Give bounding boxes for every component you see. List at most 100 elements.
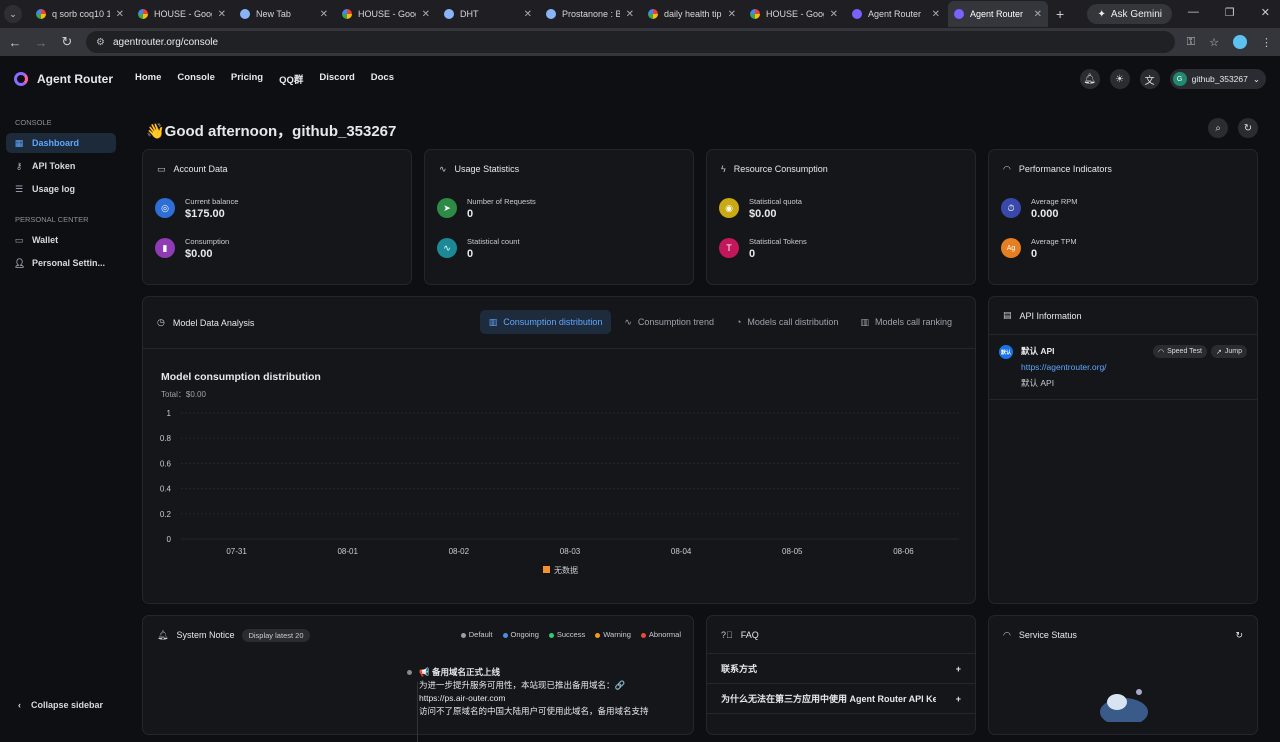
close-tab-icon[interactable]: ✕	[932, 9, 940, 20]
tab-models-call-distribution[interactable]: ◔ Models call distribution	[727, 310, 847, 334]
browser-menu-icon[interactable]: ⋮	[1261, 36, 1272, 49]
jump-button[interactable]: ↗ Jump	[1211, 345, 1247, 358]
sidebar-item-personal-settings[interactable]: 👤︎ Personal Settin...	[6, 253, 116, 273]
close-tab-icon[interactable]: ✕	[524, 9, 532, 20]
close-tab-icon[interactable]: ✕	[728, 9, 736, 20]
api-entry: 默认 默认 API https://agentrouter.org/ 默认 AP…	[989, 335, 1257, 400]
y-tick-label: 0.6	[160, 459, 172, 468]
close-tab-icon[interactable]: ✕	[422, 9, 430, 20]
x-tick-label: 07-31	[226, 547, 247, 556]
profile-avatar[interactable]	[1233, 35, 1247, 49]
ask-gemini-button[interactable]: ✦ Ask Gemini	[1087, 4, 1172, 24]
tab-consumption-trend[interactable]: ∿ Consumption trend	[615, 310, 723, 334]
collapse-sidebar-label: Collapse sidebar	[31, 700, 104, 710]
close-tab-icon[interactable]: ✕	[1034, 9, 1042, 20]
notice-link[interactable]: https://ps.air-outer.com	[419, 692, 649, 705]
stat-label: Consumption	[185, 236, 230, 246]
browser-tab[interactable]: DHT ✕	[438, 1, 538, 27]
tab-title: Prostanone : Bi	[562, 9, 620, 19]
brand-name[interactable]: Agent Router	[37, 72, 113, 86]
close-tab-icon[interactable]: ✕	[830, 9, 838, 20]
bar-chart-icon: ▥	[488, 316, 498, 327]
browser-tab[interactable]: Agent Router ✕	[948, 1, 1048, 27]
tab-favicon-icon	[138, 9, 148, 19]
nav-console[interactable]: Console	[177, 72, 214, 86]
bar-chart-icon: ▥	[860, 316, 869, 327]
dashboard-grid-icon: ▦	[14, 137, 24, 148]
pulse-icon: ∿	[439, 163, 447, 174]
stat-label: Statistical quota	[749, 196, 802, 206]
restore-icon[interactable]: ❐	[1225, 6, 1235, 19]
x-tick-label: 08-04	[671, 547, 692, 556]
tab-models-call-ranking[interactable]: ▥ Models call ranking	[851, 310, 961, 334]
faq-item[interactable]: 联系方式 +	[707, 654, 975, 684]
nav-discord[interactable]: Discord	[319, 72, 354, 86]
stat-consumption: ▮ Consumption $0.00	[143, 228, 411, 268]
site-info-icon[interactable]: ⚙	[96, 37, 105, 48]
legend-default: Default	[460, 630, 493, 639]
browser-tab[interactable]: HOUSE - Googl ✕	[744, 1, 844, 27]
notice-legend: Default Ongoing Success Warning Abnormal	[460, 630, 681, 639]
browser-tab[interactable]: HOUSE - Googl ✕	[132, 1, 232, 27]
x-tick-label: 08-03	[560, 547, 581, 556]
refresh-icon[interactable]: ↻	[1235, 630, 1243, 641]
legend-label[interactable]: 无数据	[554, 565, 578, 575]
close-tab-icon[interactable]: ✕	[218, 9, 226, 20]
browser-tab[interactable]: q sorb coq10 1i ✕	[30, 1, 130, 27]
bookmark-star-icon[interactable]: ☆	[1209, 36, 1219, 49]
close-tab-icon[interactable]: ✕	[320, 9, 328, 20]
back-icon[interactable]: ←	[8, 35, 22, 50]
performance-indicators-card: ◠ Performance Indicators ⏱︎ Average RPM 0.0…	[988, 149, 1258, 285]
nav-docs[interactable]: Docs	[371, 72, 394, 86]
nav-qq-group[interactable]: QQ群	[279, 72, 303, 86]
pulse-icon: ∿	[624, 316, 632, 327]
sidebar-item-wallet[interactable]: ▭ Wallet	[6, 230, 116, 250]
sidebar-item-usage-log[interactable]: ☰ Usage log	[6, 179, 116, 199]
sidebar-item-api-token[interactable]: ⚷ API Token	[6, 156, 116, 176]
user-menu[interactable]: G github_353267 ⌄	[1169, 69, 1266, 89]
translate-icon[interactable]: 文	[1139, 69, 1160, 89]
stat-average-tpm: Ag Average TPM 0	[989, 228, 1257, 268]
forward-icon[interactable]: →	[34, 35, 48, 50]
stat-statistical-count: ∿ Statistical count 0	[425, 228, 693, 268]
reload-icon[interactable]: ↻	[60, 34, 74, 50]
stat-label: Average RPM	[1031, 196, 1078, 206]
sidebar-item-dashboard[interactable]: ▦ Dashboard	[6, 133, 116, 153]
browser-tab[interactable]: HOUSE - Googl ✕	[336, 1, 436, 27]
nav-pricing[interactable]: Pricing	[231, 72, 263, 86]
stat-label: Statistical Tokens	[749, 236, 807, 246]
browser-tab[interactable]: daily health tip ✕	[642, 1, 742, 27]
browser-tab[interactable]: Prostanone : Bi ✕	[540, 1, 640, 27]
new-tab-icon[interactable]: +	[1056, 6, 1064, 22]
bell-icon[interactable]: 🔔︎	[1079, 69, 1100, 89]
api-url-link[interactable]: https://agentrouter.org/	[1021, 362, 1145, 372]
search-icon[interactable]: ⌕	[1208, 118, 1228, 138]
stat-value: 0	[749, 247, 756, 260]
close-tab-icon[interactable]: ✕	[116, 9, 124, 20]
sun-icon[interactable]: ☀	[1109, 69, 1130, 89]
collapse-sidebar-button[interactable]: ‹ Collapse sidebar	[18, 700, 103, 710]
card-header: ▭ Account Data	[143, 150, 411, 188]
close-window-icon[interactable]: ✕	[1261, 6, 1270, 19]
legend-swatch[interactable]	[543, 566, 550, 573]
tab-consumption-distribution[interactable]: ▥ Consumption distribution	[479, 310, 612, 334]
browser-tab[interactable]: New Tab ✕	[234, 1, 334, 27]
gauge-icon: ◠	[1157, 348, 1165, 356]
browser-tab[interactable]: Agent Router ✕	[846, 1, 946, 27]
nav-home[interactable]: Home	[135, 72, 161, 86]
notice-item: 📢 备用域名正式上线 为进一步提升服务可用性，本站现已推出备用域名：🔗 http…	[407, 666, 649, 742]
y-tick-label: 0.8	[160, 434, 172, 443]
empty-illustration-icon	[1100, 689, 1148, 722]
refresh-icon[interactable]: ↻	[1238, 118, 1258, 138]
close-tab-icon[interactable]: ✕	[626, 9, 634, 20]
faq-item[interactable]: 为什么无法在第三方应用中使用 Agent Router API Key +	[707, 684, 975, 714]
stat-label: Number of Requests	[467, 196, 536, 206]
y-tick-label: 1	[167, 409, 172, 418]
tab-search-dropdown-icon[interactable]: ⌄	[4, 5, 22, 23]
password-key-icon[interactable]: ⚿	[1187, 36, 1195, 49]
minimize-icon[interactable]: —	[1188, 6, 1199, 19]
speed-test-button[interactable]: ◠ Speed Test	[1152, 345, 1207, 358]
greeting-actions: ⌕ ↻	[1208, 118, 1258, 138]
account-data-card: ▭ Account Data ◎ Current balance $175.00 ▮ C…	[142, 149, 412, 285]
address-bar[interactable]: ⚙ agentrouter.org/console	[86, 31, 1175, 53]
